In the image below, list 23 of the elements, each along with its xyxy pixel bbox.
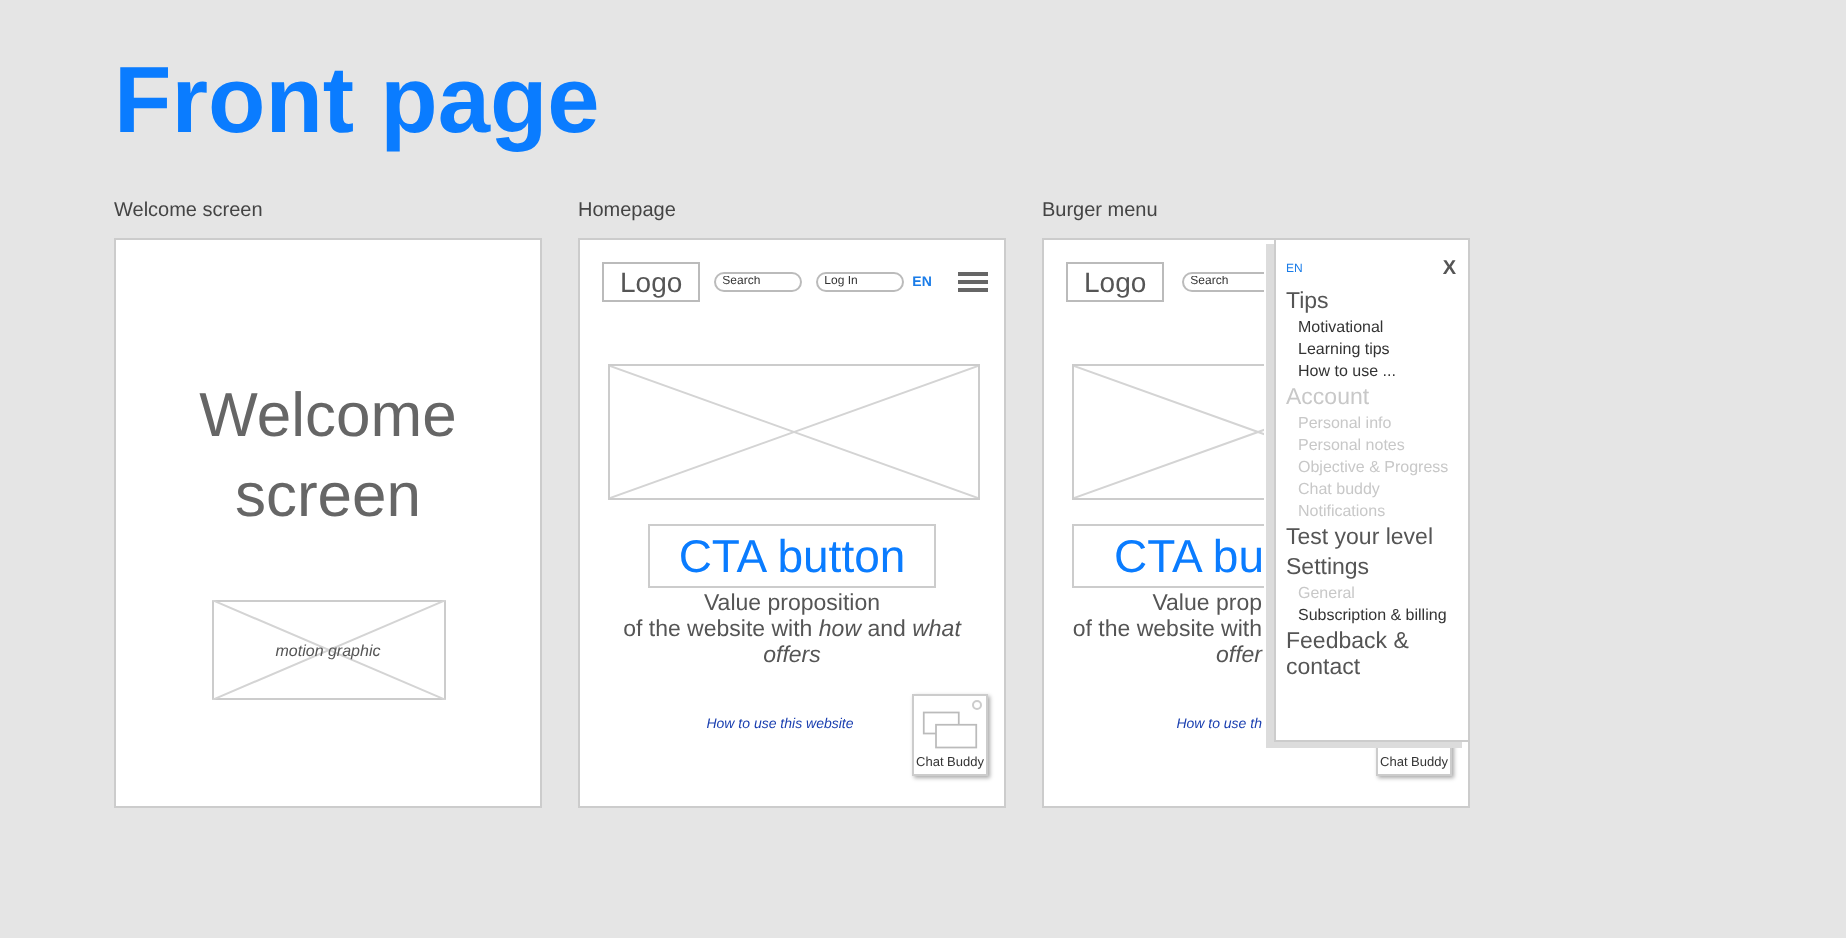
page-title: Front page [114,44,602,156]
media-caption: motion graphic [275,641,381,659]
close-button[interactable]: X [1442,258,1456,280]
value-proposition: Value prop of the website with offer [1070,592,1262,670]
screen-label: Welcome screen [114,200,265,222]
cta-button[interactable]: CTA button [648,524,936,588]
menu-section[interactable]: Settings [1286,556,1468,582]
value-proposition: Value proposition of the website with how and what offers [621,592,964,670]
menu-item[interactable]: Motivational [1286,316,1468,338]
welcome-heading: Welcome screen [197,378,459,534]
logo-field: Logo [602,262,701,302]
cta-button[interactable]: CTA bu [1072,524,1264,588]
menu-icon[interactable] [957,272,988,292]
logo-field: Logo [1066,262,1165,302]
menu-item[interactable]: Subscription & billing [1286,604,1468,626]
menu-section[interactable]: Test your level [1286,526,1468,552]
screen-label: Burger menu [1042,200,1160,222]
chat-windows-icon [922,710,978,750]
menu-item[interactable]: Learning tips [1286,338,1468,360]
menu-item[interactable]: How to use ... [1286,360,1468,382]
menu-section[interactable]: Feedback & contact [1286,630,1468,682]
menu-section[interactable]: Tips [1286,290,1468,316]
screen-label: Homepage [578,200,678,222]
